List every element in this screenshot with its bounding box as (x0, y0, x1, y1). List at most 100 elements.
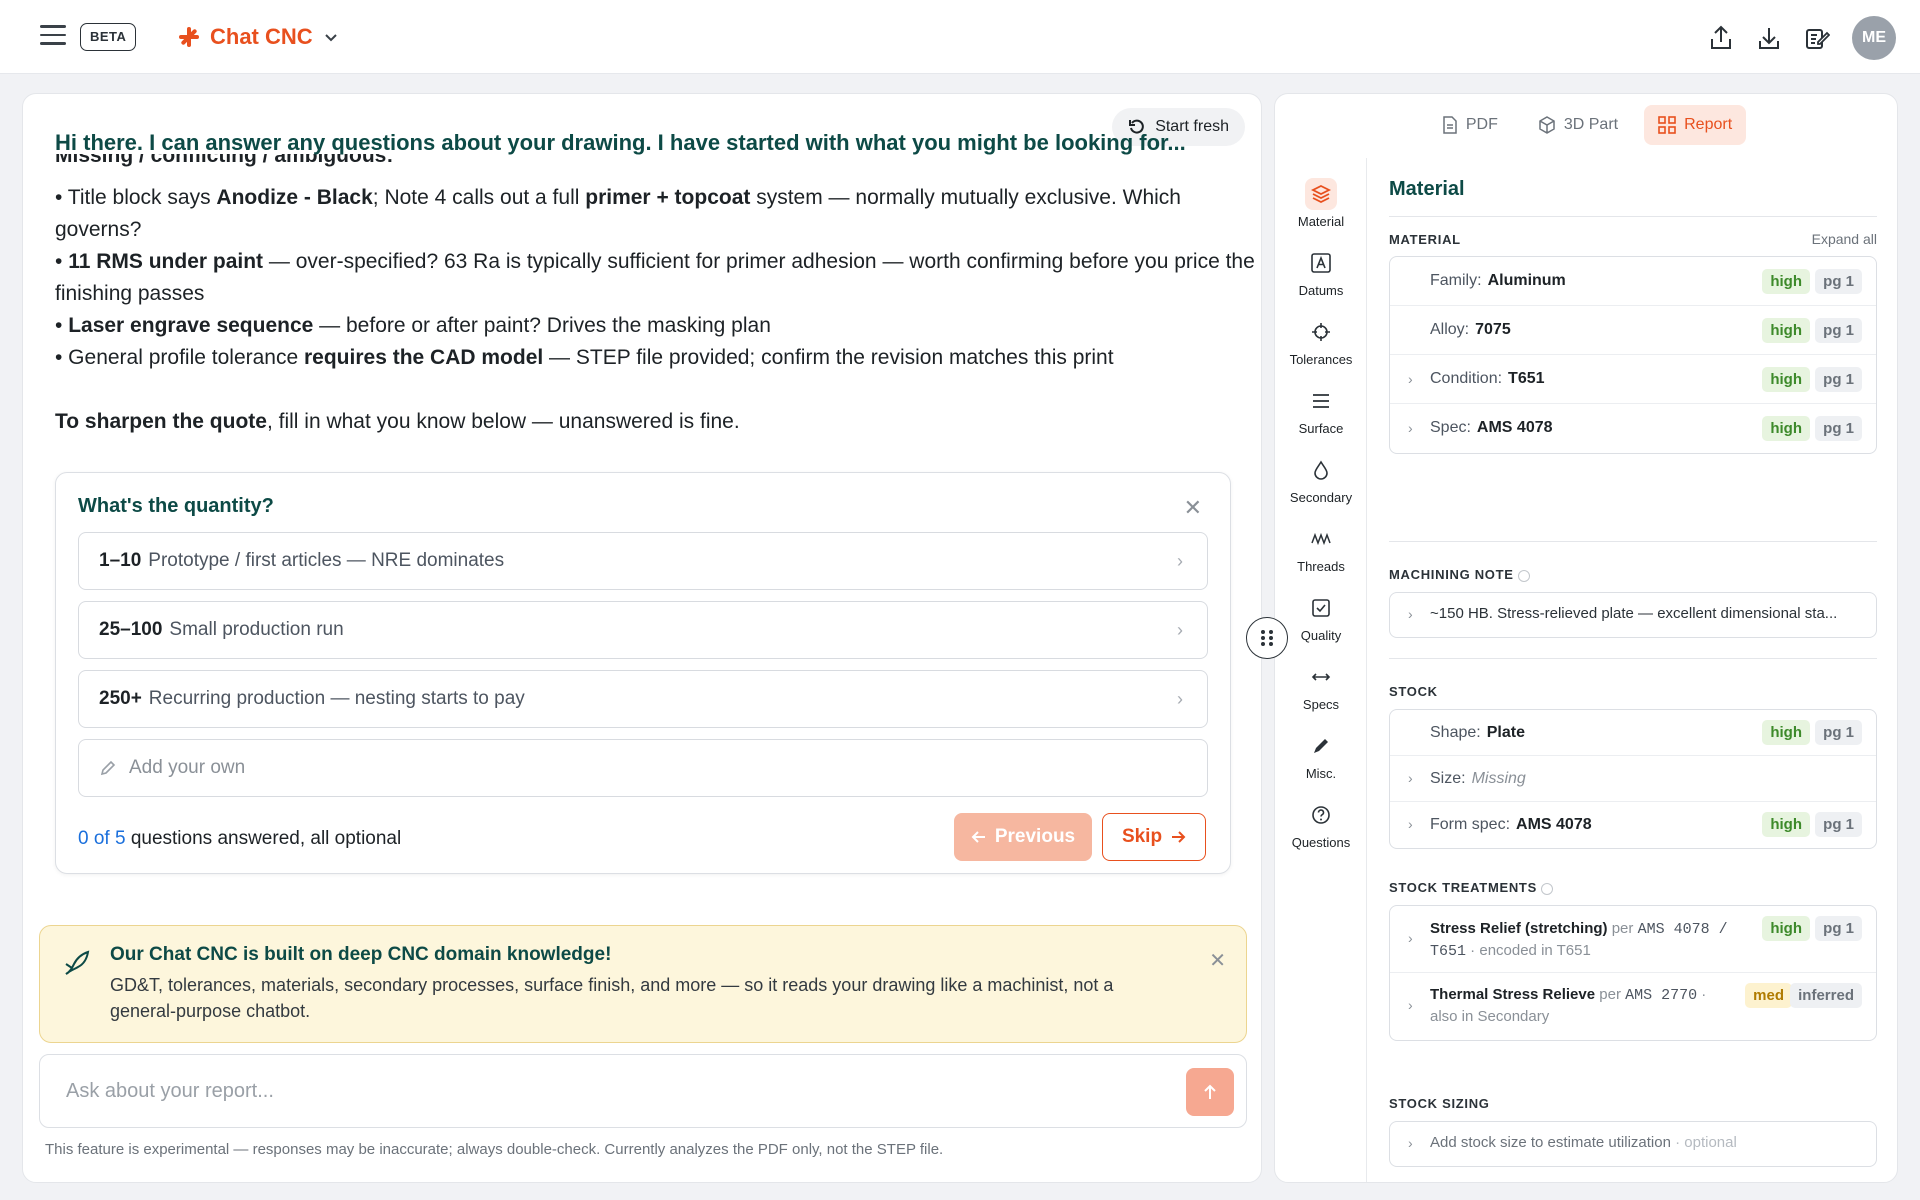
material-row-family[interactable]: Family: Aluminum high pg 1 (1390, 257, 1876, 306)
stock-row-form-spec[interactable]: › Form spec: AMS 4078 high pg 1 (1390, 802, 1876, 848)
rail-item-quality[interactable]: Quality (1275, 592, 1367, 643)
stock-sizing-row[interactable]: › Add stock size to estimate utilization… (1390, 1122, 1876, 1166)
skip-button[interactable]: Skip (1102, 813, 1206, 861)
datum-a-icon (1311, 253, 1331, 273)
chevron-down-icon (324, 34, 337, 42)
page-badge: pg 1 (1815, 720, 1862, 745)
expand-all-link[interactable]: Expand all (1812, 231, 1877, 247)
arrow-up-icon (1204, 1084, 1216, 1099)
checkbox-icon (1312, 599, 1330, 617)
source-badge: inferred (1790, 983, 1862, 1008)
app-switcher[interactable]: Chat CNC (178, 22, 339, 52)
tab-report[interactable]: Report (1644, 105, 1747, 145)
banner-body: GD&T, tolerances, materials, secondary p… (110, 975, 1114, 1021)
chevron-right-icon: › (1408, 816, 1413, 832)
bullet-4: • General profile tolerance requires the… (55, 346, 1114, 369)
option-1-10[interactable]: 1–10 Prototype / first articles — NRE do… (78, 532, 1208, 590)
avatar[interactable]: ME (1852, 16, 1896, 60)
machining-note-row[interactable]: › ~150 HB. Stress-relieved plate — excel… (1390, 593, 1876, 637)
bird-icon (65, 950, 90, 975)
chevron-right-icon: › (1408, 371, 1413, 387)
rail-item-datums[interactable]: Datums (1275, 247, 1367, 298)
material-row-spec[interactable]: › Spec: AMS 4078 high pg 1 (1390, 404, 1876, 453)
rail-item-tolerances[interactable]: Tolerances (1275, 316, 1367, 367)
section-rail: Material Datums Tolerances Surface Secon… (1275, 158, 1367, 1182)
rail-item-material[interactable]: Material (1275, 178, 1367, 229)
rail-item-threads[interactable]: Threads (1275, 523, 1367, 574)
chevron-right-icon: › (1408, 1135, 1413, 1151)
stock-row-size[interactable]: › Size: Missing (1390, 756, 1876, 802)
lines-icon (1313, 394, 1329, 408)
treatment-row-thermal[interactable]: › Thermal Stress Relieve per AMS 2770 · … (1390, 973, 1876, 1040)
bullet-2: • 11 RMS under paint — over-specified? 6… (55, 250, 1255, 305)
pencil-icon (100, 760, 116, 776)
layers-icon (1310, 184, 1332, 204)
option-250-plus[interactable]: 250+ Recurring production — nesting star… (78, 670, 1208, 728)
confidence-badge: high (1762, 269, 1810, 294)
stock-sizing: › Add stock size to estimate utilization… (1389, 1121, 1877, 1167)
rail-item-misc[interactable]: Misc. (1275, 730, 1367, 781)
material-list: Family: Aluminum high pg 1 Alloy: 7075 hig… (1389, 256, 1877, 454)
close-icon[interactable]: ✕ (1184, 495, 1202, 521)
chevron-right-icon: › (1408, 930, 1413, 946)
bullet-3: • Laser engrave sequence — before or aft… (55, 314, 771, 337)
panel-resize-handle[interactable] (1246, 617, 1288, 659)
report-panel: PDF 3D Part Report Material Datums Toler… (1274, 93, 1898, 1183)
machining-note: › ~150 HB. Stress-relieved plate — excel… (1389, 592, 1877, 638)
rail-item-surface[interactable]: Surface (1275, 385, 1367, 436)
chevron-right-icon: › (1177, 620, 1183, 640)
stock-treatments-heading: STOCK TREATMENTS (1389, 880, 1554, 895)
option-25-100[interactable]: 25–100 Small production run › (78, 601, 1208, 659)
page-badge: pg 1 (1815, 269, 1862, 294)
rail-item-questions[interactable]: Questions (1275, 799, 1367, 850)
stock-row-shape[interactable]: Shape: Plate high pg 1 (1390, 710, 1876, 756)
hamburger-menu-icon[interactable] (40, 25, 66, 47)
report-content: Material MATERIAL Expand all Family: Alum… (1367, 158, 1897, 1182)
close-icon[interactable]: ✕ (1209, 948, 1226, 973)
material-row-condition[interactable]: › Condition: T651 high pg 1 (1390, 355, 1876, 404)
chevron-right-icon: › (1408, 420, 1413, 436)
confidence-badge: high (1762, 812, 1810, 837)
chevron-right-icon: › (1408, 997, 1413, 1013)
question-progress: 0 of 5 questions answered, all optional (78, 828, 402, 849)
info-icon (1517, 569, 1530, 582)
assistant-message: Missing / conflicting / ambiguous: • Tit… (55, 154, 1255, 438)
material-heading: MATERIAL (1389, 232, 1461, 247)
view-tabs: PDF 3D Part Report (1275, 105, 1897, 145)
share-upload-icon[interactable] (1708, 25, 1734, 51)
grid-icon (1658, 116, 1676, 134)
page-badge: pg 1 (1815, 318, 1862, 343)
add-your-own-input[interactable]: Add your own (78, 739, 1208, 797)
tab-3d-part[interactable]: 3D Part (1524, 105, 1632, 145)
treatment-row-stress-relief[interactable]: › Stress Relief (stretching) per AMS 407… (1390, 906, 1876, 973)
chevron-right-icon: › (1408, 606, 1413, 622)
rail-item-specs[interactable]: Specs (1275, 661, 1367, 712)
ask-box (39, 1054, 1247, 1128)
previous-button[interactable]: Previous (954, 813, 1092, 861)
download-icon[interactable] (1756, 25, 1782, 51)
beta-badge: BETA (80, 23, 137, 51)
drag-dots-icon (1261, 630, 1273, 646)
question-title: What's the quantity? (78, 495, 274, 517)
send-button[interactable] (1186, 1068, 1234, 1116)
question-circle-icon (1312, 806, 1330, 824)
rail-item-secondary[interactable]: Secondary (1275, 454, 1367, 505)
chevron-right-icon: › (1408, 770, 1413, 786)
tab-pdf[interactable]: PDF (1428, 105, 1512, 145)
page-badge: pg 1 (1815, 812, 1862, 837)
confidence-badge: high (1762, 416, 1810, 441)
pen-icon (1314, 739, 1328, 753)
cube-icon (1539, 116, 1555, 134)
confidence-badge: high (1762, 720, 1810, 745)
info-icon (1541, 882, 1554, 895)
edit-notes-icon[interactable] (1804, 25, 1830, 51)
intro-heading: Hi there. I can answer any questions abo… (55, 130, 1186, 155)
stock-heading: STOCK (1389, 684, 1438, 699)
ask-input[interactable] (66, 1073, 1166, 1109)
machining-note-heading: MACHINING NOTE (1389, 567, 1530, 582)
stock-treatments-list: › Stress Relief (stretching) per AMS 407… (1389, 905, 1877, 1041)
app-name: Chat CNC (210, 24, 313, 49)
material-row-alloy[interactable]: Alloy: 7075 high pg 1 (1390, 306, 1876, 355)
page-badge: pg 1 (1815, 916, 1862, 941)
cut-heading: Missing / conflicting / ambiguous: (55, 154, 394, 167)
